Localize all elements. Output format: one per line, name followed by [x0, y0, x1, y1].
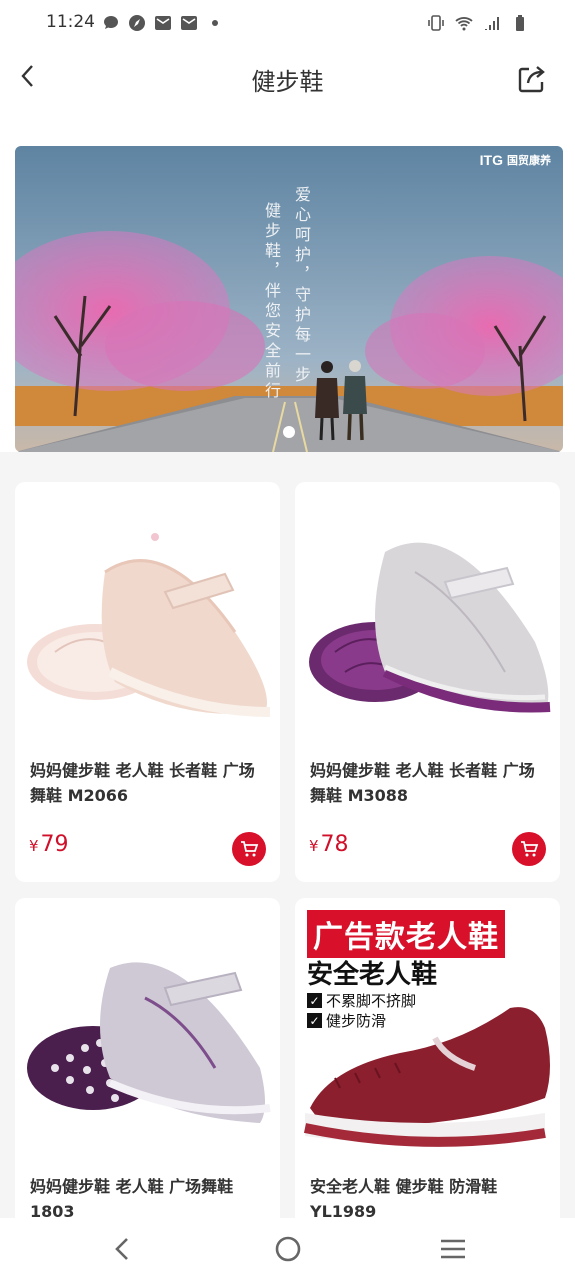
nav-menu-button[interactable] [438, 1234, 468, 1264]
app-header: 健步鞋 [0, 48, 575, 110]
add-to-cart-button[interactable] [512, 832, 546, 866]
mail-icon [155, 16, 171, 30]
product-image [303, 1007, 550, 1147]
cart-icon [521, 841, 539, 857]
menu-icon [441, 1239, 465, 1259]
product-grid: 妈妈健步鞋 老人鞋 长者鞋 广场舞鞋 M2066 ¥79 妈妈健步鞋 老人鞋 长… [15, 482, 561, 1218]
wifi-icon [455, 17, 473, 31]
mail-icon [181, 16, 197, 30]
compass-icon [129, 15, 145, 31]
nav-home-button[interactable] [273, 1234, 303, 1264]
banner-slogan-2: 健步鞋，伴您安全前行 [262, 202, 281, 402]
product-card[interactable]: 广告款老人鞋 安全老人鞋 ✓ 不累脚不挤脚 ✓ 健步防滑 安全老人鞋 健步鞋 防… [295, 898, 560, 1218]
product-title: 妈妈健步鞋 老人鞋 长者鞋 广场舞鞋 M3088 [310, 761, 535, 805]
page-title: 健步鞋 [251, 68, 324, 96]
add-to-cart-button[interactable] [232, 832, 266, 866]
system-icons [427, 14, 529, 32]
share-button[interactable] [515, 62, 549, 96]
ad-headline: 广告款老人鞋 [307, 910, 505, 958]
cart-icon [241, 841, 259, 857]
share-icon [518, 66, 545, 93]
ad-subtitle: 安全老人鞋 [307, 960, 438, 990]
dot-icon [212, 20, 218, 26]
status-bar: 11:24 [0, 0, 575, 48]
circle-home-icon [275, 1236, 301, 1262]
product-image [27, 962, 271, 1123]
product-image [309, 542, 551, 713]
product-card[interactable]: 妈妈健步鞋 老人鞋 长者鞋 广场舞鞋 M2066 ¥79 [15, 482, 280, 882]
product-card[interactable]: 妈妈健步鞋 老人鞋 长者鞋 广场舞鞋 M3088 ¥78 [295, 482, 560, 882]
product-title: 妈妈健步鞋 老人鞋 长者鞋 广场舞鞋 M2066 [30, 761, 255, 805]
banner-logo: ITG 国贸康养 [479, 152, 551, 168]
status-time: 11:24 [46, 12, 95, 32]
message-icon [104, 16, 118, 29]
nav-back-button[interactable] [108, 1234, 138, 1264]
promo-banner[interactable]: ITG 国贸康养 爱心呵护，守护每一步 健步鞋，伴您安全前行 [15, 146, 563, 452]
battery-icon [516, 15, 524, 31]
product-price: ¥79 [29, 832, 69, 857]
carousel-indicator-dot[interactable] [283, 426, 295, 438]
signal-icon [485, 17, 499, 30]
banner-slogan-1: 爱心呵护，守护每一步 [292, 186, 311, 386]
product-title: 妈妈健步鞋 老人鞋 广场舞鞋 1803 [30, 1177, 234, 1218]
product-price: ¥78 [309, 832, 349, 857]
page-content[interactable]: ITG 国贸康养 爱心呵护，守护每一步 健步鞋，伴您安全前行 妈妈健步鞋 老人鞋… [0, 110, 575, 1218]
product-image [27, 533, 271, 717]
product-card[interactable]: 妈妈健步鞋 老人鞋 广场舞鞋 1803 ¥ [15, 898, 280, 1218]
triangle-back-icon [115, 1238, 128, 1260]
system-nav-bar [0, 1218, 575, 1280]
product-title: 安全老人鞋 健步鞋 防滑鞋 YL1989 [310, 1177, 498, 1218]
notification-icons [102, 14, 224, 32]
vibrate-icon [428, 15, 444, 31]
